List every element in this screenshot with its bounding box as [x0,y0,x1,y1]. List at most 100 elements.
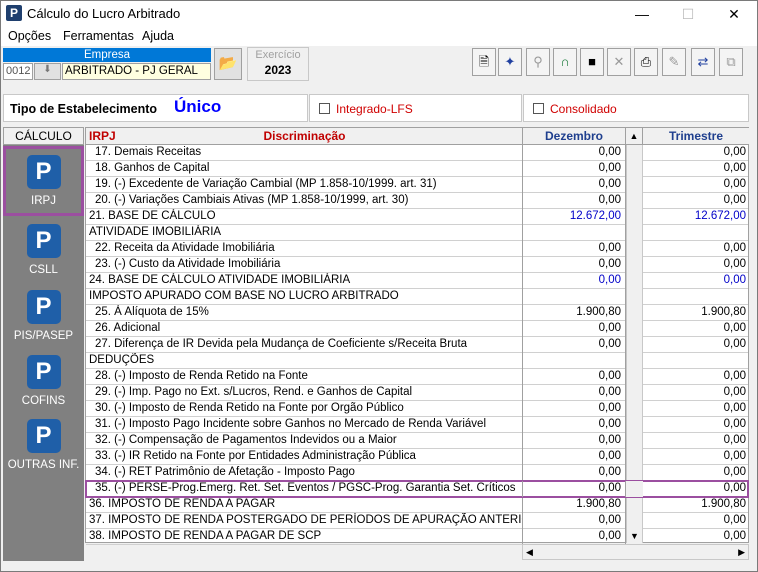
grid-header-desc: IRPJ Discriminação [86,128,523,145]
row-month-value[interactable]: 0,00 [523,481,626,497]
table-row[interactable]: 34. (-) RET Patrimônio de Afetação - Imp… [86,465,748,481]
table-row[interactable]: 38. IMPOSTO DE RENDA A PAGAR DE SCP 0,00 0… [86,529,748,545]
sidebar-item-outras-inf[interactable]: P OUTRAS INF. [3,413,84,479]
table-row[interactable]: IMPOSTO APURADO COM BASE NO LUCRO ARBITR… [86,289,748,305]
table-row-selected[interactable]: 35. (-) PERSE-Prog.Emerg. Ret. Set. Even… [85,480,749,498]
row-quarter-value: 0,00 [723,242,746,254]
save-icon[interactable]: ■ [580,48,604,76]
sidebar-item-irpj[interactable]: P IRPJ [3,146,84,216]
compass-icon[interactable]: ✦ [498,48,522,76]
table-row[interactable]: 32. (-) Compensação de Pagamentos Indevi… [86,433,748,449]
row-quarter-value [643,353,748,369]
minimize-icon[interactable]: — [619,1,665,28]
row-month-value[interactable]: 0,00 [523,257,626,273]
delete-icon[interactable]: ✕ [607,48,631,76]
export-icon[interactable]: ⧉ [719,48,743,76]
horizontal-scrollbar[interactable]: ◀ ▶ [522,544,749,560]
table-row[interactable]: 22. Receita da Atividade Imobiliária 0,00… [86,241,748,257]
table-row[interactable]: 24. BASE DE CÁLCULO ATIVIDADE IMOBILIÁRI… [86,273,748,289]
table-row[interactable]: 19. (-) Excedente de Variação Cambial (M… [86,177,748,193]
open-folder-button[interactable]: 📂 [214,48,242,80]
menu-opcoes[interactable]: Opções [8,29,51,43]
integrado-panel: Integrado-LFS [309,94,522,122]
close-icon[interactable]: ✕ [711,1,757,28]
scroll-right-icon[interactable]: ▶ [738,547,745,558]
document-icon[interactable]: 🗎 [472,48,496,76]
row-month-value[interactable]: 0,00 [523,241,626,257]
irpj-grid: IRPJ Discriminação Dezembro ▲ Trimestre … [85,127,749,545]
row-month-value[interactable]: 0,00 [523,369,626,385]
table-row[interactable]: 37. IMPOSTO DE RENDA POSTERGADO DE PERÍO… [86,513,748,529]
row-month-value[interactable]: 0,00 [523,145,626,161]
integrado-checkbox[interactable] [319,103,330,114]
row-month-value[interactable]: 0,00 [523,465,626,481]
sidebar-item-pis-pasep[interactable]: P PIS/PASEP [3,284,84,350]
table-row[interactable]: 30. (-) Imposto de Renda Retido na Fonte… [86,401,748,417]
row-quarter-value: 0,00 [723,530,746,542]
table-row[interactable]: 33. (-) IR Retido na Fonte por Entidades… [86,449,748,465]
grid-header-discriminacao: Discriminação [263,129,346,143]
lock-icon[interactable]: ∩ [553,48,577,76]
table-row[interactable]: 36. IMPOSTO DE RENDA A PAGAR 1.900,80 1.90… [86,497,748,513]
row-month-value[interactable]: 1.900,80 [523,497,626,513]
row-month-value[interactable]: 12.672,00 [523,209,626,225]
table-row[interactable]: 28. (-) Imposto de Renda Retido na Fonte… [86,369,748,385]
integrado-label: Integrado-LFS [336,102,413,116]
row-quarter-value: 0,00 [723,146,746,158]
row-month-value[interactable]: 0,00 [523,417,626,433]
table-row[interactable]: 27. Diferença de IR Devida pela Mudança … [86,337,748,353]
empresa-dropdown-button[interactable]: ⬇ [34,63,61,80]
table-row[interactable]: 18. Ganhos de Capital 0,00 0,00 [86,161,748,177]
menu-ferramentas[interactable]: Ferramentas [63,29,134,43]
table-row[interactable]: DEDUÇÕES [86,353,748,369]
menu-ajuda[interactable]: Ajuda [142,29,174,43]
table-row[interactable]: ATIVIDADE IMOBILIÁRIA [86,225,748,241]
row-month-value[interactable]: 0,00 [523,273,626,289]
row-month-value[interactable]: 0,00 [523,177,626,193]
row-month-value[interactable]: 0,00 [523,513,626,529]
row-month-value[interactable]: 0,00 [523,433,626,449]
row-month-value[interactable] [523,353,626,369]
consolidado-checkbox[interactable] [533,103,544,114]
print-icon[interactable]: ⎙ [634,48,658,76]
row-month-value[interactable] [523,289,626,305]
row-month-value[interactable]: 0,00 [523,321,626,337]
row-description: 27. Diferença de IR Devida pela Mudança … [86,337,523,353]
table-row[interactable]: 25. À Alíquota de 15% 1.900,80 1.900,80 [86,305,748,321]
row-month-value[interactable]: 0,00 [523,193,626,209]
sign-icon[interactable]: ✎ [662,48,686,76]
empresa-code-field[interactable]: 0012 [3,63,33,80]
row-month-value[interactable]: 0,00 [523,529,626,545]
table-row[interactable]: 23. (-) Custo da Atividade Imobiliária 0,… [86,257,748,273]
row-description: 22. Receita da Atividade Imobiliária [86,241,523,257]
scroll-up-icon[interactable]: ▲ [626,128,643,145]
sidebar-item-cofins[interactable]: P COFINS [3,349,84,415]
row-quarter-value [643,289,748,305]
transfer-icon[interactable]: ⇄ [691,48,715,76]
scroll-left-icon[interactable]: ◀ [526,547,533,558]
row-month-value[interactable]: 1.900,80 [523,305,626,321]
table-row[interactable]: 26. Adicional 0,00 0,00 [86,321,748,337]
table-row[interactable]: 21. BASE DE CÁLCULO 12.672,00 12.672,00 [86,209,748,225]
row-quarter-value: 0,00 [723,514,746,526]
table-row[interactable]: 17. Demais Receitas 0,00 0,00 [86,145,748,161]
table-row[interactable]: 29. (-) Imp. Pago no Ext. s/Lucros, Rend… [86,385,748,401]
scroll-down-icon[interactable]: ▼ [630,531,639,541]
row-month-value[interactable]: 0,00 [523,161,626,177]
row-month-value[interactable]: 0,00 [523,337,626,353]
consolidado-label: Consolidado [550,102,617,116]
row-description: 28. (-) Imposto de Renda Retido na Fonte [86,369,523,385]
row-month-value[interactable]: 0,00 [523,401,626,417]
row-description: DEDUÇÕES [86,353,523,369]
maximize-icon[interactable]: ☐ [665,1,711,28]
row-month-value[interactable] [523,225,626,241]
row-month-value[interactable]: 0,00 [523,449,626,465]
zoom-icon[interactable]: ⚲ [526,48,550,76]
sidebar-item-csll[interactable]: P CSLL [3,218,84,284]
table-row[interactable]: 31. (-) Imposto Pago Incidente sobre Gan… [86,417,748,433]
table-row[interactable]: 20. (-) Variações Cambiais Ativas (MP 1.… [86,193,748,209]
row-month-value[interactable]: 0,00 [523,385,626,401]
empresa-name-field[interactable]: ARBITRADO - PJ GERAL [62,63,211,80]
sidebar-header: CÁLCULO [3,127,84,145]
row-description: 20. (-) Variações Cambiais Ativas (MP 1.… [86,193,523,209]
